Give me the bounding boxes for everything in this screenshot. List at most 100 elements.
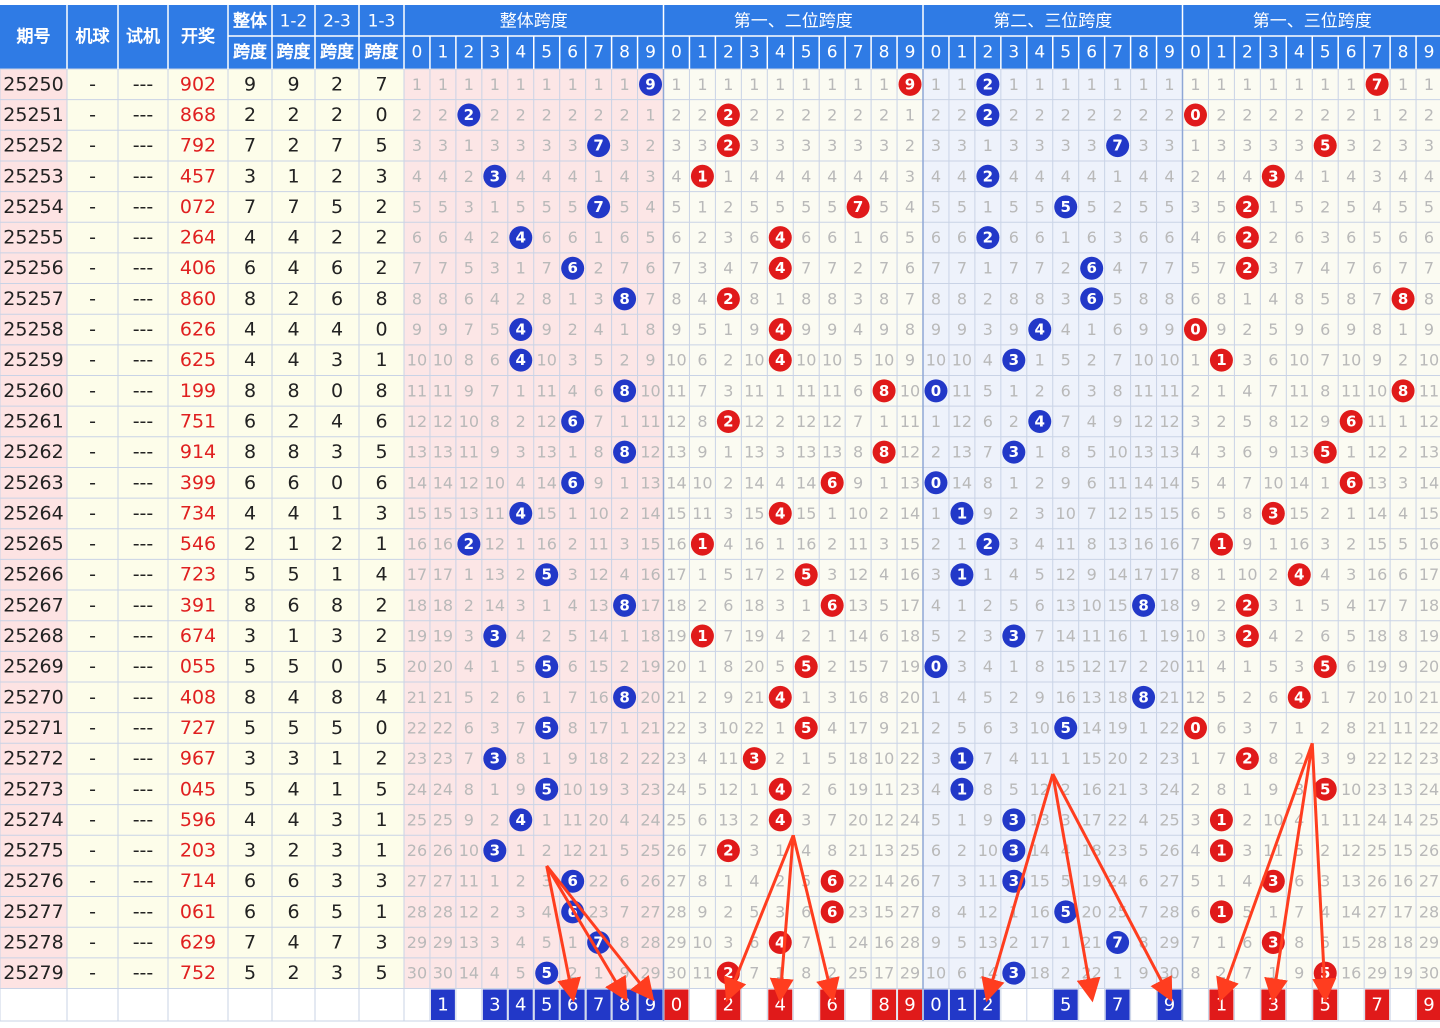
row-draw: 055: [180, 656, 216, 678]
omission-count: 16: [407, 535, 427, 554]
omission-count: 4: [957, 167, 967, 186]
omission-count: 6: [671, 228, 681, 247]
row-span-value: 2: [375, 594, 387, 616]
omission-count: 1: [723, 167, 733, 186]
row-span-value: 8: [331, 594, 343, 616]
omission-count: 1: [516, 381, 526, 400]
omission-count: 6: [1087, 228, 1097, 247]
omission-count: 1: [438, 75, 448, 94]
omission-count: 1: [516, 259, 526, 278]
row-test: ---: [133, 840, 154, 862]
omission-count: 6: [1216, 228, 1226, 247]
span-ball-label: 3: [490, 627, 500, 645]
row-issue: 25278: [3, 932, 63, 954]
omission-count: 11: [640, 412, 660, 431]
omission-count: 14: [485, 596, 505, 615]
omission-count: 3: [1216, 136, 1226, 155]
row-machine: -: [89, 104, 96, 126]
omission-count: 9: [671, 320, 681, 339]
row-test: ---: [133, 196, 154, 218]
omission-count: 2: [1035, 473, 1045, 492]
omission-count: 1: [931, 688, 941, 707]
omission-count: 15: [666, 504, 686, 523]
omission-count: 7: [1216, 259, 1226, 278]
omission-count: 13: [744, 443, 764, 462]
row-machine: -: [89, 472, 96, 494]
omission-count: 8: [827, 289, 837, 308]
omission-count: 1: [1398, 75, 1408, 94]
omission-count: 29: [1367, 964, 1387, 983]
omission-count: 18: [1367, 627, 1387, 646]
row-span-value: 6: [244, 410, 256, 432]
omission-count: 16: [796, 535, 816, 554]
row-span-value: 5: [287, 656, 299, 678]
omission-count: 1: [1268, 75, 1278, 94]
omission-count: 10: [1237, 565, 1257, 584]
omission-count: 3: [957, 136, 967, 155]
omission-count: 23: [1159, 749, 1179, 768]
header-digit: 5: [1060, 43, 1071, 63]
omission-count: 22: [588, 872, 608, 891]
omission-count: 8: [464, 780, 474, 799]
omission-count: 5: [1087, 197, 1097, 216]
omission-count: 4: [1138, 810, 1148, 829]
omission-count: 2: [619, 351, 629, 370]
omission-count: 3: [1320, 872, 1330, 891]
row-issue: 25261: [3, 410, 63, 432]
omission-count: 12: [666, 412, 686, 431]
span-ball-label: 5: [1320, 137, 1330, 155]
omission-count: 17: [1107, 657, 1127, 676]
omission-count: 19: [1081, 872, 1101, 891]
span-ball-label: 6: [1346, 474, 1356, 492]
omission-count: 5: [516, 964, 526, 983]
row-machine: -: [89, 533, 96, 555]
omission-count: 25: [1159, 810, 1179, 829]
span-ball-label: 7: [593, 198, 603, 216]
row-span-value: 2: [331, 104, 343, 126]
row-machine: -: [89, 717, 96, 739]
omission-count: 9: [438, 320, 448, 339]
header-digit: 9: [645, 43, 656, 63]
row-span-value: 6: [287, 870, 299, 892]
omission-count: 2: [412, 105, 422, 124]
row-span-value: 0: [331, 380, 343, 402]
row-span-value: 3: [331, 441, 343, 463]
omission-count: 24: [640, 810, 660, 829]
omission-count: 8: [619, 933, 629, 952]
bottom-marker-label: 5: [1319, 994, 1330, 1015]
omission-count: 1: [775, 289, 785, 308]
omission-count: 1: [1320, 167, 1330, 186]
omission-count: 5: [516, 197, 526, 216]
span-ball-label: 4: [516, 321, 526, 339]
row-span-value: 0: [375, 319, 387, 341]
omission-count: 24: [848, 933, 868, 952]
omission-count: 1: [931, 504, 941, 523]
omission-count: 1: [1268, 535, 1278, 554]
omission-count: 6: [1035, 596, 1045, 615]
omission-count: 6: [697, 810, 707, 829]
omission-count: 3: [1138, 136, 1148, 155]
row-span-value: 8: [287, 380, 299, 402]
omission-count: 3: [983, 627, 993, 646]
omission-count: 1: [827, 627, 837, 646]
omission-count: 24: [900, 810, 920, 829]
omission-count: 9: [853, 473, 863, 492]
row-draw: 714: [180, 870, 216, 892]
omission-count: 8: [957, 289, 967, 308]
omission-count: 1: [594, 228, 604, 247]
omission-count: 10: [718, 718, 738, 737]
omission-count: 6: [1398, 565, 1408, 584]
header-digit: 7: [593, 43, 604, 63]
omission-count: 16: [640, 565, 660, 584]
row-draw: 723: [180, 564, 216, 586]
omission-count: 6: [1087, 473, 1097, 492]
omission-count: 10: [874, 351, 894, 370]
omission-count: 1: [1294, 718, 1304, 737]
header-digit: 4: [1034, 43, 1045, 63]
span-ball-label: 2: [723, 290, 733, 308]
omission-count: 7: [1346, 688, 1356, 707]
omission-count: 3: [464, 197, 474, 216]
omission-count: 1: [490, 197, 500, 216]
omission-count: 5: [1294, 197, 1304, 216]
omission-count: 1: [1190, 75, 1200, 94]
